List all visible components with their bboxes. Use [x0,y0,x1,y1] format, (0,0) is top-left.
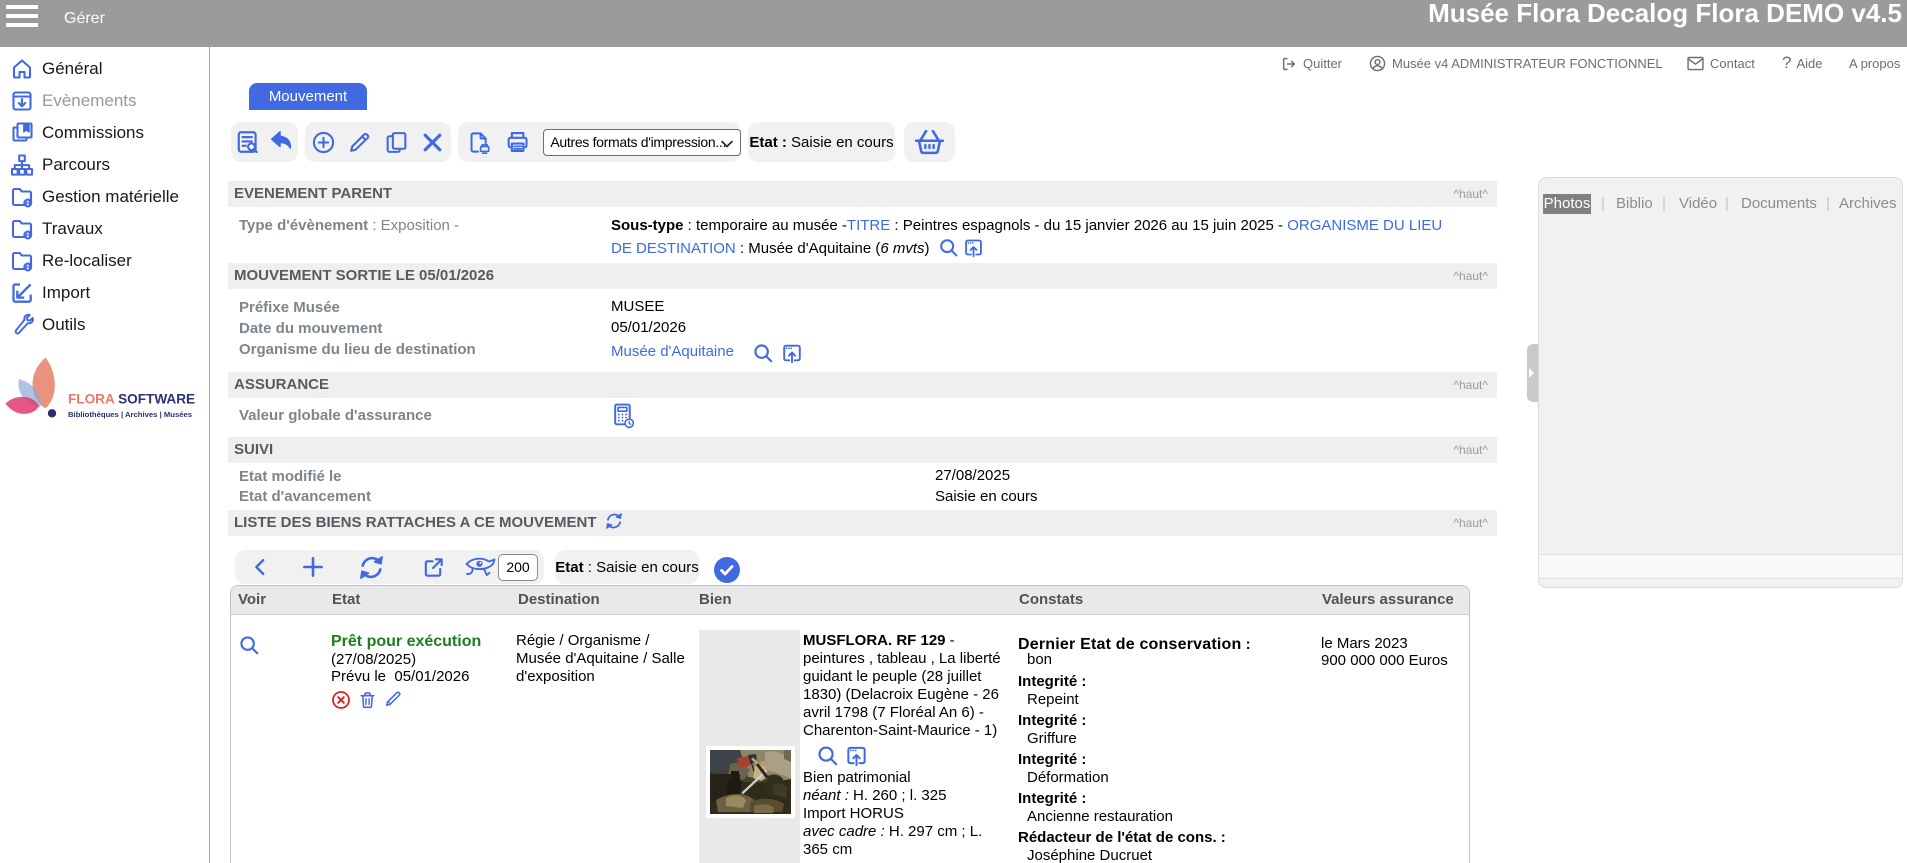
svg-text:Bibliothèques | Archives | Mus: Bibliothèques | Archives | Musées [68,410,192,419]
svg-text:FLORA SOFTWARE: FLORA SOFTWARE [68,392,195,407]
